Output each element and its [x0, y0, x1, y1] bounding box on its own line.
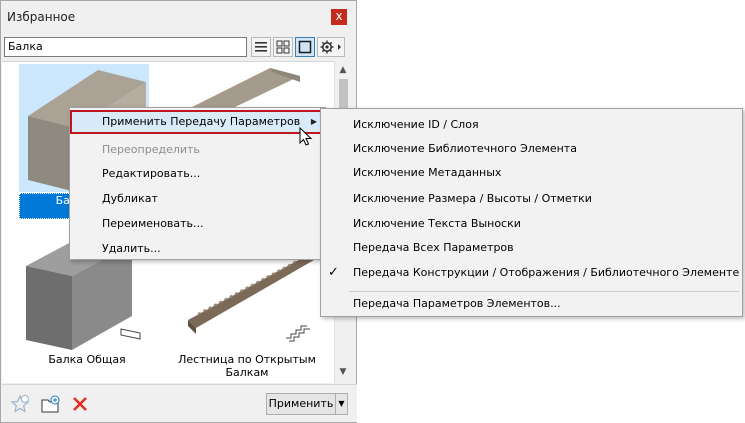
- submenu-item-exclude-id-layer[interactable]: Исключение ID / Слоя: [321, 113, 742, 137]
- submenu-item-exclude-library-element[interactable]: Исключение Библиотечного Элемента: [321, 137, 742, 161]
- settings-icon: [320, 40, 341, 54]
- new-folder-icon[interactable]: [40, 394, 60, 414]
- grid-view-icon: [276, 40, 290, 54]
- scroll-down-arrow-icon[interactable]: ▼: [338, 367, 348, 377]
- beam-symbol-icon: [120, 328, 141, 340]
- mouse-cursor-icon: [299, 127, 313, 146]
- transfer-submenu: Исключение ID / Слоя Исключение Библиоте…: [320, 108, 743, 317]
- menu-item-rename[interactable]: Переименовать...: [70, 212, 325, 236]
- stair-symbol-icon: [286, 325, 310, 342]
- item-label-beam-general[interactable]: Балка Общая: [22, 353, 152, 366]
- window-title: Избранное: [7, 10, 76, 24]
- menu-item-duplicate[interactable]: Дубликат: [70, 187, 325, 211]
- apply-dropdown-button[interactable]: ▼: [335, 393, 348, 415]
- list-view-button[interactable]: [251, 37, 271, 57]
- item-label-stair[interactable]: Лестница по Открытым Балкам: [172, 353, 322, 379]
- apply-button[interactable]: Применить: [266, 393, 336, 415]
- large-preview-icon: [298, 40, 312, 54]
- submenu-item-exclude-leader-text[interactable]: Исключение Текста Выноски: [321, 212, 742, 236]
- submenu-item-exclude-metadata[interactable]: Исключение Метаданных: [321, 161, 742, 185]
- submenu-item-transfer-construction[interactable]: ✓ Передача Конструкции / Отображения / Б…: [321, 261, 742, 285]
- submenu-item-exclude-size[interactable]: Исключение Размера / Высоты / Отметки: [321, 187, 742, 211]
- delete-icon[interactable]: [70, 394, 90, 414]
- menu-item-delete[interactable]: Удалить...: [70, 237, 325, 261]
- menu-item-apply-transfer[interactable]: Применить Передачу Параметров ▶: [70, 110, 325, 134]
- check-icon: ✓: [328, 265, 339, 280]
- search-input[interactable]: Балка: [4, 37, 247, 57]
- large-preview-button[interactable]: [295, 37, 315, 57]
- scroll-up-arrow-icon[interactable]: ▲: [338, 65, 348, 75]
- list-view-icon: [255, 42, 267, 52]
- context-menu: Применить Передачу Параметров ▶ Переопре…: [69, 107, 326, 260]
- add-favorite-star-icon[interactable]: [10, 394, 30, 414]
- bottom-toolbar: Применить ▼: [2, 384, 357, 422]
- close-button[interactable]: x: [331, 9, 347, 25]
- settings-button[interactable]: [317, 37, 345, 57]
- submenu-item-transfer-element-params[interactable]: Передача Параметров Элементов...: [321, 292, 742, 316]
- menu-item-redefine: Переопределить: [102, 143, 200, 156]
- titlebar[interactable]: Избранное x: [1, 1, 356, 33]
- stair-thumbnail[interactable]: [188, 254, 318, 334]
- grid-view-button[interactable]: [273, 37, 293, 57]
- submenu-item-transfer-all[interactable]: Передача Всех Параметров: [321, 236, 742, 260]
- menu-item-edit[interactable]: Редактировать...: [70, 162, 325, 186]
